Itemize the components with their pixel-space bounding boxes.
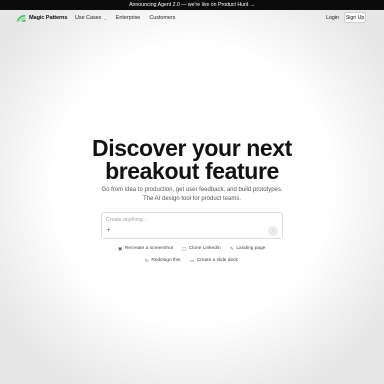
nav-enterprise-label: Enterprise <box>115 15 141 21</box>
hero-title-line-1: Discover your next <box>92 135 292 161</box>
login-button[interactable]: Login <box>324 13 341 23</box>
suggestion-create-slide-deck[interactable]: ▭ Create a slide deck <box>190 256 238 265</box>
suggestion-label: Clone LinkedIn <box>188 246 221 251</box>
hero-title: Discover your next breakout feature <box>0 137 384 183</box>
prompt-box[interactable]: + ↑ <box>101 212 283 239</box>
hero-title-line-2: breakout feature <box>105 158 279 184</box>
image-icon: ▣ <box>118 245 123 251</box>
top-nav: Magic Patterns Use Cases ⌄ Enterprise Cu… <box>0 10 384 26</box>
prompt-input[interactable] <box>106 216 256 224</box>
nav-links: Use Cases ⌄ Enterprise Customers <box>75 15 175 21</box>
suggestion-label: Create a slide deck <box>196 258 238 263</box>
hero-subtitle-line-1: Go from idea to production, get user fee… <box>101 187 283 193</box>
nav-customers[interactable]: Customers <box>149 15 175 21</box>
pencil-icon: ✎ <box>230 245 234 251</box>
magic-patterns-logo-icon <box>16 14 26 22</box>
suggestion-label: Redesign this <box>151 258 181 263</box>
suggestion-landing-page[interactable]: ✎ Landing page <box>230 244 265 253</box>
nav-enterprise[interactable]: Enterprise <box>116 15 141 21</box>
page: Announcing Agent 2.0 — we're live on Pro… <box>0 0 384 384</box>
suggestion-recreate-screenshot[interactable]: ▣ Recreate a screenshot <box>118 244 173 253</box>
suggestion-redesign-this[interactable]: ↻ Redesign this <box>145 256 180 265</box>
linkedin-icon: ▢ <box>182 245 187 251</box>
nav-use-cases-label: Use Cases <box>75 15 102 21</box>
nav-customers-label: Customers <box>149 15 176 21</box>
refresh-icon: ↻ <box>145 257 149 263</box>
brand-name: Magic Patterns <box>29 15 68 21</box>
brand-logo[interactable]: Magic Patterns <box>16 14 67 22</box>
hero-subtitle: Go from idea to production, get user fee… <box>0 186 384 204</box>
hero-subtitle-line-2: The AI design tool for product teams. <box>142 196 242 202</box>
slides-icon: ▭ <box>190 257 195 263</box>
suggestion-label: Recreate a screenshot <box>124 246 174 251</box>
nav-use-cases[interactable]: Use Cases ⌄ <box>75 15 107 21</box>
announcement-text[interactable]: Announcing Agent 2.0 — we're live on Pro… <box>129 2 255 8</box>
announcement-bar[interactable]: Announcing Agent 2.0 — we're live on Pro… <box>0 0 384 10</box>
suggestion-clone-linkedin[interactable]: ▢ Clone LinkedIn <box>182 244 221 253</box>
chevron-down-icon: ⌄ <box>103 15 107 21</box>
send-button[interactable]: ↑ <box>268 226 278 236</box>
add-attachment-button[interactable]: + <box>107 228 111 234</box>
suggestion-label: Landing page <box>236 246 266 251</box>
signup-button[interactable]: Sign Up <box>344 12 366 23</box>
